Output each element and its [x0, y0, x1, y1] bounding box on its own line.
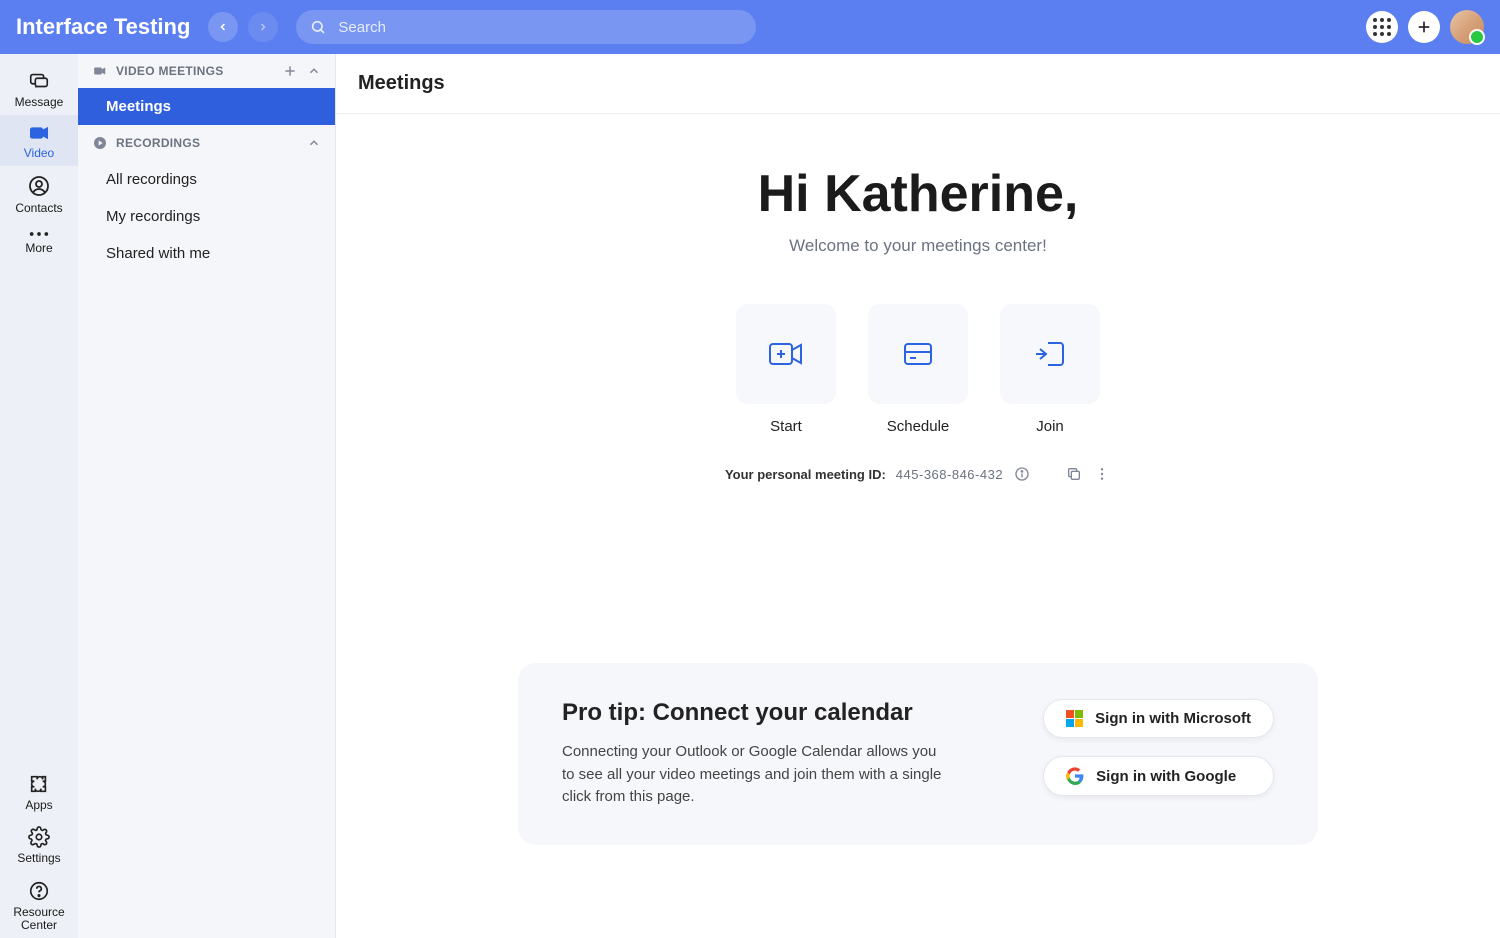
rail-item-video[interactable]: Video [0, 115, 78, 166]
nav-forward-button[interactable] [248, 12, 278, 42]
subnav-item-all-recordings[interactable]: All recordings [78, 161, 335, 198]
dialpad-button[interactable] [1366, 11, 1398, 43]
nav-back-button[interactable] [208, 12, 238, 42]
action-label: Schedule [887, 418, 950, 435]
add-icon[interactable] [283, 64, 297, 78]
sub-nav: VIDEO MEETINGS Meetings RECORDINGS [78, 54, 336, 938]
subnav-section-recordings[interactable]: RECORDINGS [78, 125, 335, 161]
chevron-up-icon[interactable] [307, 64, 321, 78]
actions-row: Start Schedule Joi [736, 304, 1100, 435]
pmi-value: 445-368-846-432 [896, 467, 1003, 482]
greeting: Hi Katherine, [758, 164, 1079, 224]
content-body: Hi Katherine, Welcome to your meetings c… [336, 114, 1500, 938]
subgreeting: Welcome to your meetings center! [789, 236, 1047, 256]
chevron-up-icon[interactable] [307, 136, 321, 150]
copy-icon[interactable] [1065, 465, 1083, 483]
rail-item-contacts[interactable]: Contacts [0, 166, 78, 221]
subnav-item-my-recordings[interactable]: My recordings [78, 198, 335, 235]
play-circle-icon [92, 135, 108, 151]
subnav-section-video[interactable]: VIDEO MEETINGS [78, 54, 335, 88]
search-field[interactable] [296, 10, 756, 44]
rail-item-settings[interactable]: Settings [0, 818, 78, 871]
more-vertical-icon[interactable] [1093, 465, 1111, 483]
action-join[interactable]: Join [1000, 304, 1100, 435]
subnav-section-label: RECORDINGS [116, 136, 200, 150]
rail-item-apps[interactable]: Apps [0, 765, 78, 818]
rail-item-label: More [25, 242, 52, 255]
signin-label: Sign in with Google [1096, 768, 1236, 785]
pmi-label: Your personal meeting ID: [725, 467, 886, 482]
start-meeting-icon [768, 340, 804, 368]
action-start[interactable]: Start [736, 304, 836, 435]
subnav-section-label: VIDEO MEETINGS [116, 64, 224, 78]
subnav-item-shared-with-me[interactable]: Shared with me [78, 235, 335, 272]
new-button[interactable] [1408, 11, 1440, 43]
video-small-icon [92, 64, 108, 78]
schedule-icon [902, 340, 934, 368]
rail-item-resource-center[interactable]: Resource Center [0, 872, 78, 938]
pro-tip-card: Pro tip: Connect your calendar Connectin… [518, 663, 1318, 845]
start-tile [736, 304, 836, 404]
signin-google-button[interactable]: Sign in with Google [1043, 756, 1274, 796]
rail-item-label: Apps [25, 799, 52, 812]
schedule-tile [868, 304, 968, 404]
action-schedule[interactable]: Schedule [868, 304, 968, 435]
app-title: Interface Testing [16, 14, 190, 40]
gear-icon [28, 826, 50, 848]
microsoft-icon [1066, 710, 1083, 727]
video-icon [26, 123, 52, 143]
workspace: Message Video Contacts More Apps [0, 54, 1500, 938]
signin-microsoft-button[interactable]: Sign in with Microsoft [1043, 699, 1274, 738]
rail-item-more[interactable]: More [0, 222, 78, 261]
tip-description: Connecting your Outlook or Google Calend… [562, 741, 942, 809]
personal-meeting-id-row: Your personal meeting ID: 445-368-846-43… [725, 465, 1111, 483]
chevron-right-icon [257, 21, 269, 33]
page-title: Meetings [336, 54, 1500, 114]
main-content: Meetings Hi Katherine, Welcome to your m… [336, 54, 1500, 938]
contacts-icon [27, 174, 51, 198]
apps-icon [28, 773, 50, 795]
rail-item-label: Message [15, 96, 64, 109]
help-icon [28, 880, 50, 902]
tip-actions: Sign in with Microsoft Sign in with Goog… [1043, 699, 1274, 796]
search-icon [310, 19, 326, 35]
tip-title: Pro tip: Connect your calendar [562, 699, 1013, 727]
search-input[interactable] [336, 18, 742, 37]
more-icon [28, 230, 50, 238]
plus-icon [1416, 19, 1432, 35]
dialpad-icon [1373, 18, 1391, 36]
top-bar: Interface Testing [0, 0, 1500, 54]
avatar[interactable] [1450, 10, 1484, 44]
info-icon[interactable] [1013, 465, 1031, 483]
action-label: Join [1036, 418, 1064, 435]
message-icon [27, 70, 51, 92]
rail-item-message[interactable]: Message [0, 62, 78, 115]
left-rail: Message Video Contacts More Apps [0, 54, 78, 938]
signin-label: Sign in with Microsoft [1095, 710, 1251, 727]
subnav-item-meetings[interactable]: Meetings [78, 88, 335, 125]
join-tile [1000, 304, 1100, 404]
rail-item-label: Contacts [15, 202, 62, 215]
rail-item-label: Resource Center [0, 906, 78, 932]
action-label: Start [770, 418, 802, 435]
rail-item-label: Settings [17, 852, 60, 865]
google-icon [1066, 767, 1084, 785]
rail-item-label: Video [24, 147, 54, 160]
join-icon [1034, 339, 1066, 369]
tip-text: Pro tip: Connect your calendar Connectin… [562, 699, 1013, 809]
chevron-left-icon [217, 21, 229, 33]
